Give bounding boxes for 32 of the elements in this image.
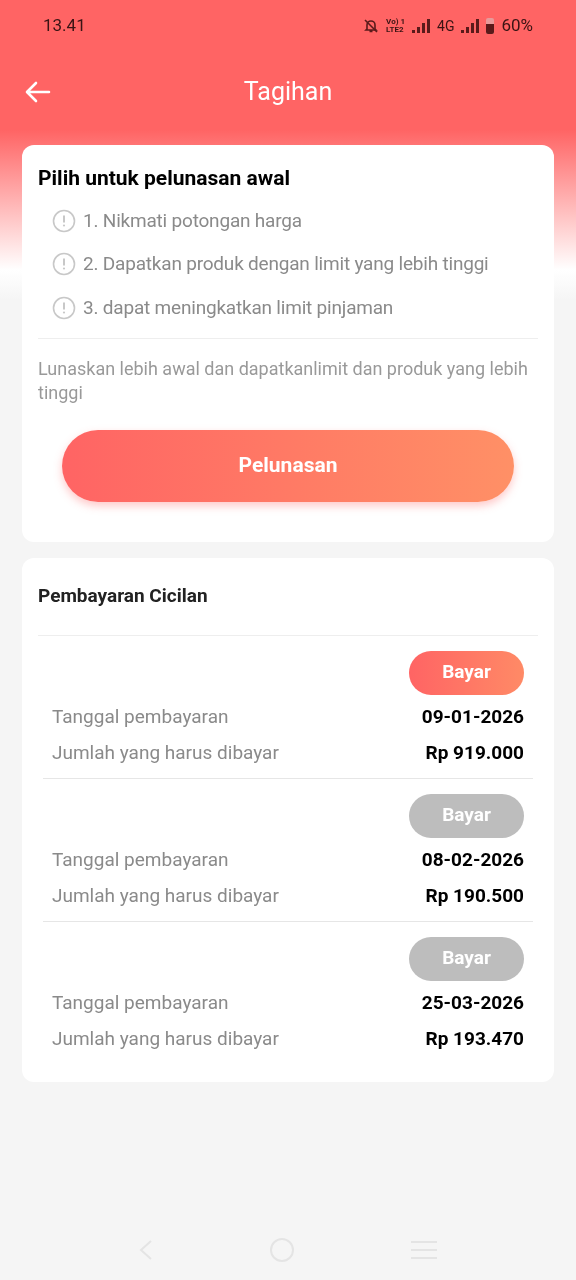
payment-amount: Rp 190.500 [425, 883, 524, 909]
page-title: Tagihan [243, 76, 333, 109]
amount-label: Jumlah yang harus dibayar [52, 740, 279, 766]
info-icon [52, 295, 76, 320]
payoff-note: Lunaskan lebih awal dan dapatkanlimit dan produk yang lebih tinggi [38, 357, 529, 405]
benefit-text: 1. Nikmati potongan harga [83, 207, 302, 234]
payment-date: 09-01-2026 [421, 703, 524, 730]
signal-icon [461, 19, 480, 33]
card-title: Pembayaran Cicilan [38, 582, 538, 636]
payment-date: 25-03-2026 [421, 989, 524, 1016]
payment-amount: Rp 919.000 [425, 740, 524, 766]
benefit-text: 3. dapat meningkatkan limit pinjaman [83, 294, 394, 321]
date-label: Tanggal pembayaran [52, 846, 229, 873]
benefit-text: 2. Dapatkan produk dengan limit yang lebih tinggi [83, 251, 489, 277]
signal-icon [412, 19, 431, 33]
payment-amount: Rp 193.470 [425, 1026, 524, 1052]
amount-label: Jumlah yang harus dibayar [52, 1026, 279, 1052]
date-label: Tanggal pembayaran [52, 989, 229, 1016]
date-label: Tanggal pembayaran [52, 703, 229, 730]
amount-label: Jumlah yang harus dibayar [52, 883, 279, 909]
muted-bell-icon [363, 18, 380, 34]
pay-button[interactable]: Bayar [409, 650, 524, 695]
payoff-button[interactable]: Pelunasan [62, 430, 514, 502]
status-time: 13.41 [43, 14, 86, 38]
payment-date: 08-02-2026 [421, 846, 524, 873]
battery-icon [486, 18, 495, 34]
volte-label: Vo) 1 LTE2 [386, 18, 406, 34]
info-icon [52, 252, 76, 277]
network-type: 4G [437, 16, 455, 36]
info-icon [52, 208, 76, 233]
card-title: Pilih untuk pelunasan awal [38, 165, 291, 192]
battery-percent: 60% [501, 14, 533, 38]
